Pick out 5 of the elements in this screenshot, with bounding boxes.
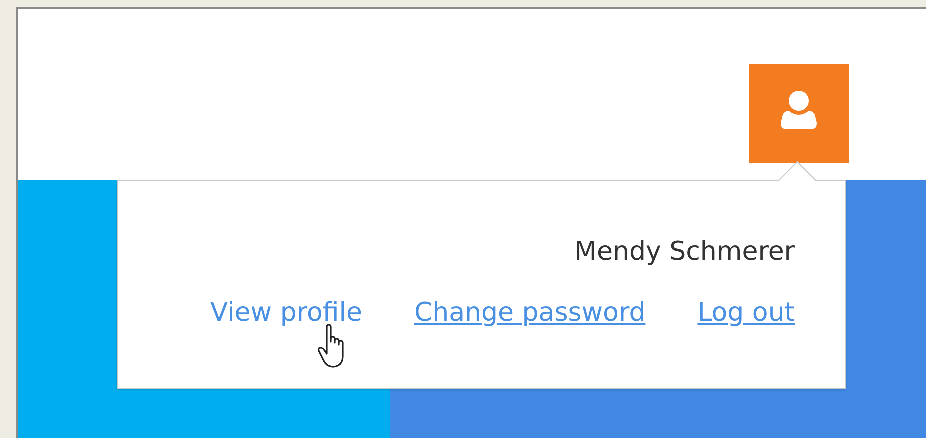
user-name: Mendy Schmerer	[574, 237, 795, 268]
menu-link[interactable]: View profile	[210, 298, 362, 328]
menu-link[interactable]: Log out	[698, 298, 795, 328]
menu-link[interactable]: Change password	[414, 298, 646, 328]
user-avatar-button[interactable]	[749, 64, 849, 163]
